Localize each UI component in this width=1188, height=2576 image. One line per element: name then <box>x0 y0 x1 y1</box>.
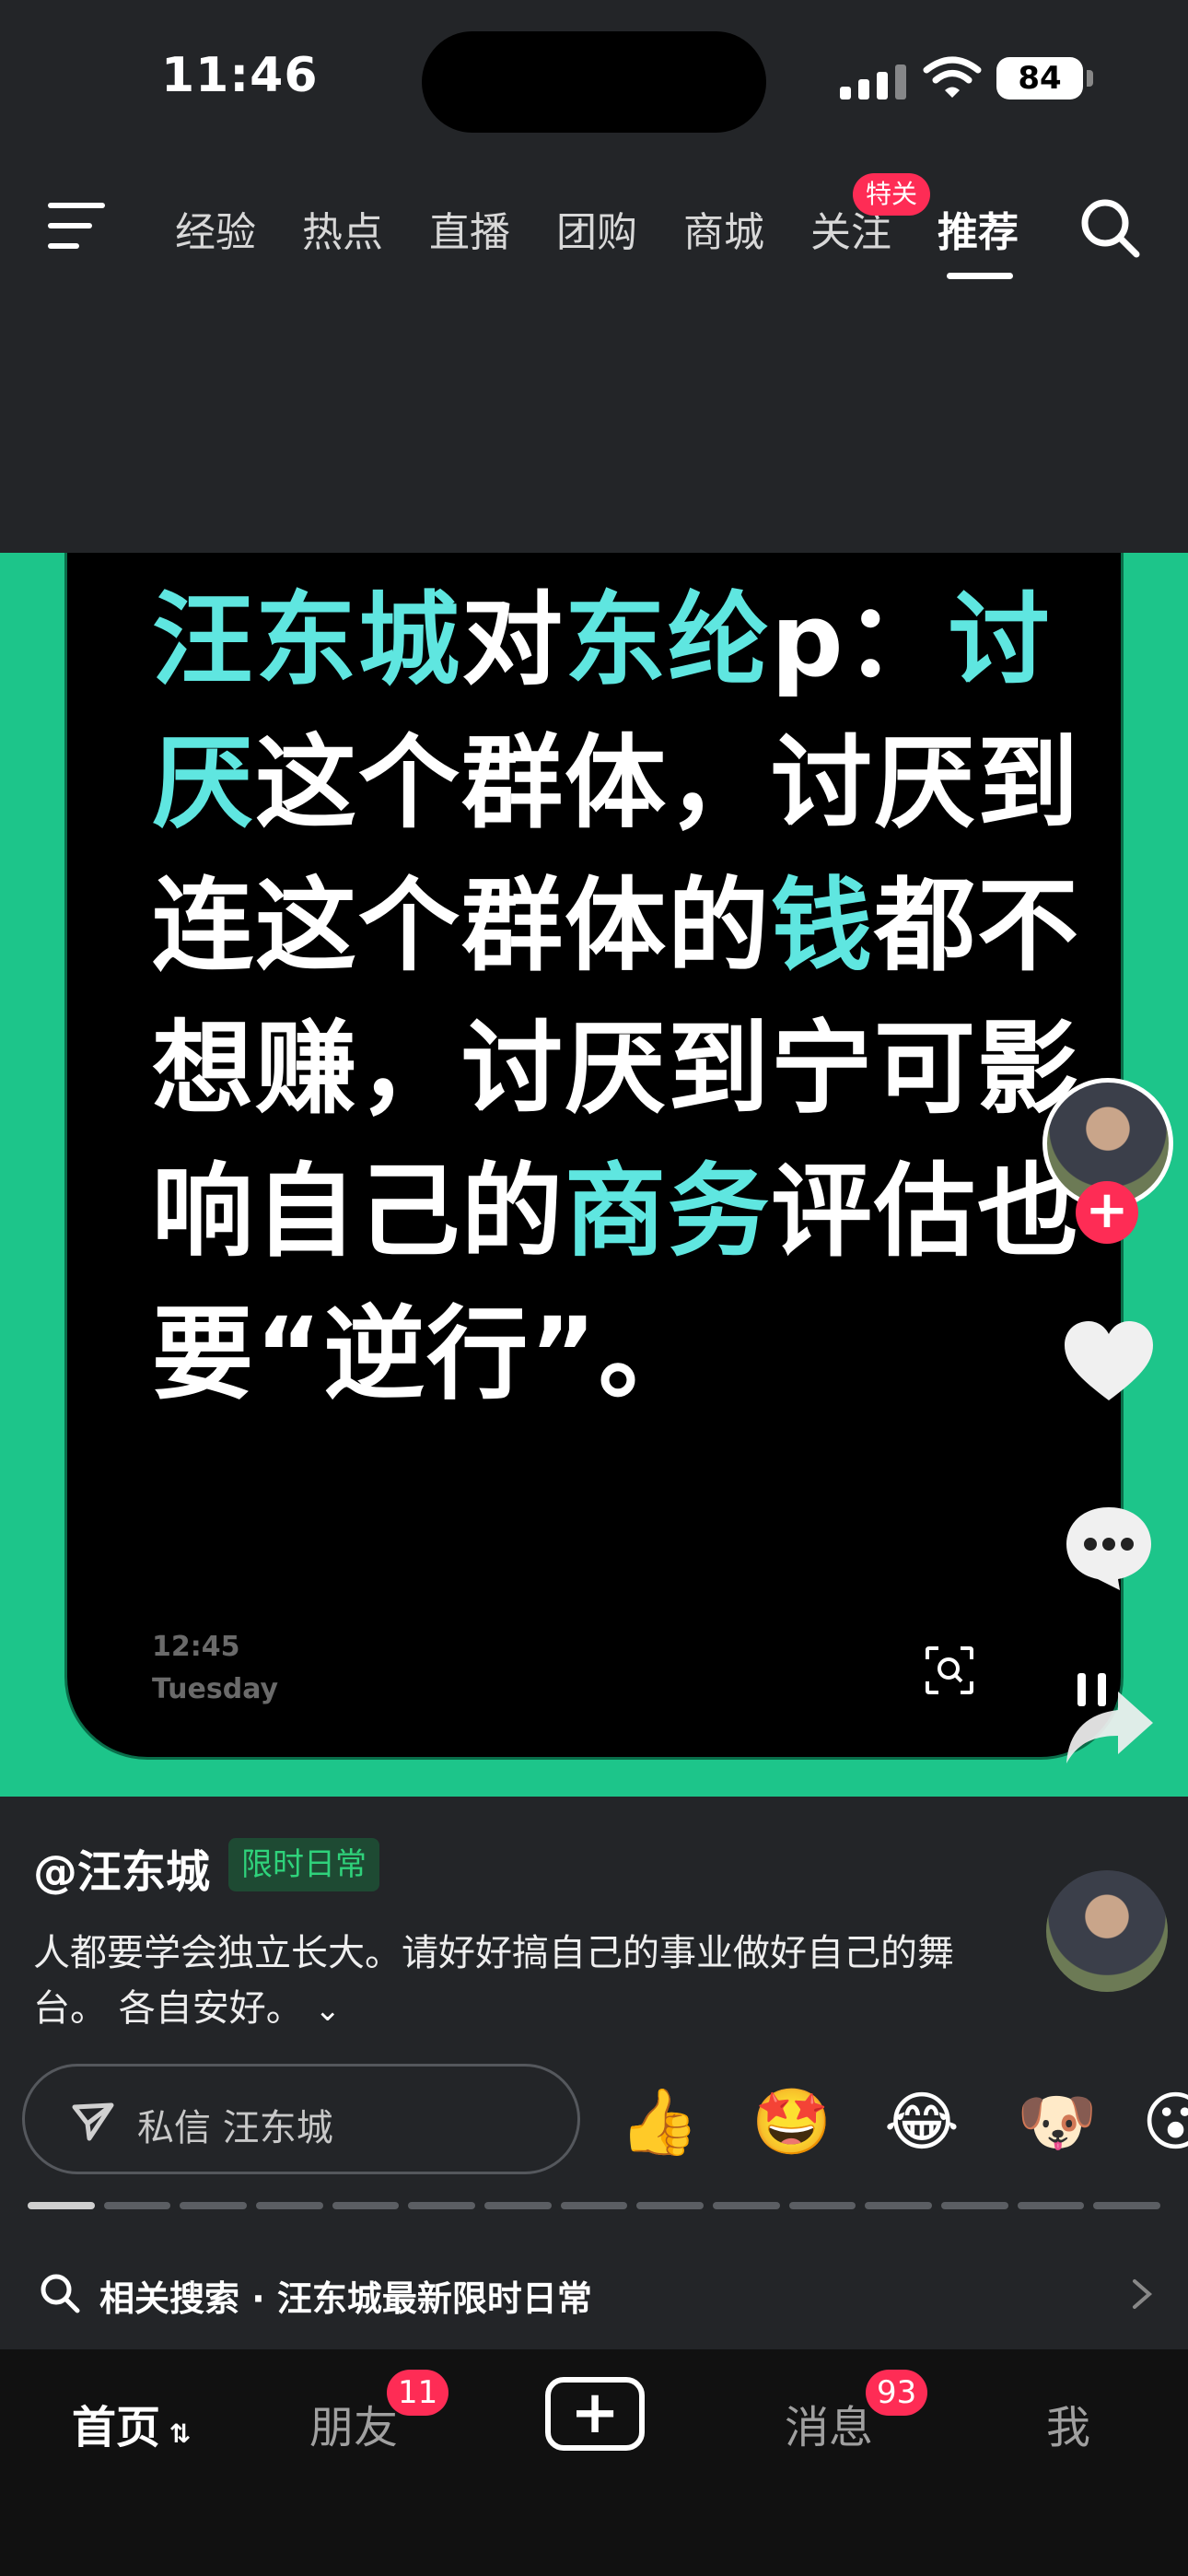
status-bar: 11:46 84 <box>0 0 1188 157</box>
progress-segment <box>180 2202 247 2209</box>
direct-message-input[interactable]: 私信 汪东城 <box>22 2064 580 2174</box>
tab-group-buy[interactable]: 团购 <box>556 199 637 258</box>
post-caption[interactable]: 人都要学会独立长大。请好好搞自己的事业做好自己的舞台。 各自安好。 ⌄ <box>33 1926 954 2038</box>
quote-highlight-segment: 钱 <box>771 867 874 985</box>
tab-experience[interactable]: 经验 <box>175 199 256 258</box>
progress-segment <box>865 2202 932 2209</box>
progress-segment <box>484 2202 552 2209</box>
refresh-arrows-icon: ⇅ <box>160 2418 192 2449</box>
quote-segment: 对 <box>461 581 565 699</box>
progress-segment <box>256 2202 323 2209</box>
tab-mall[interactable]: 商城 <box>683 199 764 258</box>
video-frame: 汪东城对东纶p：讨厌这个群体，讨厌到连这个群体的钱都不想赚，讨厌到宁可影响自己的… <box>64 553 1124 1760</box>
messages-badge: 93 <box>866 2370 928 2416</box>
chevron-right-icon <box>1133 2279 1153 2309</box>
tab-friends[interactable]: 朋友 <box>309 2391 398 2455</box>
comment-icon[interactable] <box>1061 1502 1157 1594</box>
screenshot-time: 12:45 <box>152 1631 240 1663</box>
quote-highlight-segment: 商务 <box>565 1153 771 1270</box>
progress-segment <box>332 2202 400 2209</box>
tab-messages[interactable]: 消息 <box>785 2391 873 2455</box>
following-badge: 特关 <box>853 173 931 216</box>
create-post-button[interactable]: + <box>545 2377 645 2451</box>
status-time: 11:46 <box>161 48 319 103</box>
dog-emoji-button[interactable]: 🐶 <box>1017 2084 1097 2160</box>
share-icon[interactable] <box>1061 1686 1157 1769</box>
tab-home-label: 首页 <box>72 2402 161 2453</box>
top-nav: 经验 热点 直播 团购 商城 关注 特关 推荐 <box>0 157 1188 295</box>
battery-tip <box>1087 70 1093 87</box>
wifi-icon <box>923 56 982 98</box>
progress-segment <box>1017 2202 1085 2209</box>
progress-segment <box>788 2202 856 2209</box>
progress-segment <box>1093 2202 1160 2209</box>
direct-message-placeholder: 私信 汪东城 <box>137 2107 333 2149</box>
tab-live[interactable]: 直播 <box>429 199 510 258</box>
tab-hot[interactable]: 热点 <box>302 199 383 258</box>
thumbs-up-emoji-button[interactable]: 👍 <box>619 2084 699 2160</box>
progress-segment <box>408 2202 475 2209</box>
surprise-emoji-button[interactable]: 😮 <box>1142 2084 1188 2160</box>
quote-highlight-segment: 东纶 <box>565 581 771 699</box>
author-avatar[interactable] <box>1046 1870 1168 1992</box>
menu-icon[interactable] <box>48 203 107 252</box>
expand-caption-icon[interactable]: ⌄ <box>314 1992 341 2029</box>
laugh-tears-emoji-button[interactable]: 😂 <box>884 2084 960 2160</box>
send-icon <box>72 2102 114 2141</box>
tab-home[interactable]: 首页 ⇅ <box>72 2391 191 2455</box>
quote-highlight-segment: 汪东城 <box>152 581 461 699</box>
progress-segment <box>713 2202 780 2209</box>
battery-indicator: 84 <box>996 57 1083 100</box>
author-name[interactable]: @汪东城 <box>33 1835 210 1900</box>
heart-icon[interactable] <box>1061 1317 1157 1406</box>
progress-segment <box>28 2202 95 2209</box>
related-search-bar[interactable]: 相关搜索 · 汪东城最新限时日常 <box>0 2239 1188 2349</box>
tab-me[interactable]: 我 <box>1046 2391 1090 2455</box>
bottom-tab-bar: 首页 ⇅ 朋友 11 + 消息 93 我 <box>0 2349 1188 2576</box>
friends-badge: 11 <box>387 2370 449 2416</box>
cellular-signal-icon <box>840 63 906 100</box>
progress-segment <box>941 2202 1008 2209</box>
video-quote-text: 汪东城对东纶p：讨厌这个群体，讨厌到连这个群体的钱都不想赚，讨厌到宁可影响自己的… <box>152 569 1091 1426</box>
quote-segment: p： <box>771 581 949 699</box>
search-icon <box>41 2274 80 2313</box>
video-progress-bar[interactable] <box>28 2202 1160 2209</box>
active-tab-indicator <box>947 273 1013 279</box>
progress-segment <box>636 2202 704 2209</box>
topic-tag[interactable]: 限时日常 <box>228 1838 379 1891</box>
tab-recommend[interactable]: 推荐 <box>938 199 1019 258</box>
dynamic-island <box>422 31 766 133</box>
scan-icon[interactable] <box>924 1645 975 1696</box>
progress-segment <box>103 2202 171 2209</box>
video-player[interactable]: 汪东城对东纶p：讨厌这个群体，讨厌到连这个群体的钱都不想赚，讨厌到宁可影响自己的… <box>0 553 1188 1797</box>
caption-text: 人都要学会独立长大。请好好搞自己的事业做好自己的舞台。 各自安好。 <box>33 1932 954 2030</box>
progress-segment <box>560 2202 628 2209</box>
related-search-text: 相关搜索 · 汪东城最新限时日常 <box>99 2278 592 2319</box>
follow-plus-button[interactable]: + <box>1076 1181 1138 1244</box>
search-icon[interactable] <box>1077 195 1144 262</box>
screenshot-day: Tuesday <box>152 1673 279 1705</box>
star-eyes-emoji-button[interactable]: 🤩 <box>751 2084 832 2160</box>
